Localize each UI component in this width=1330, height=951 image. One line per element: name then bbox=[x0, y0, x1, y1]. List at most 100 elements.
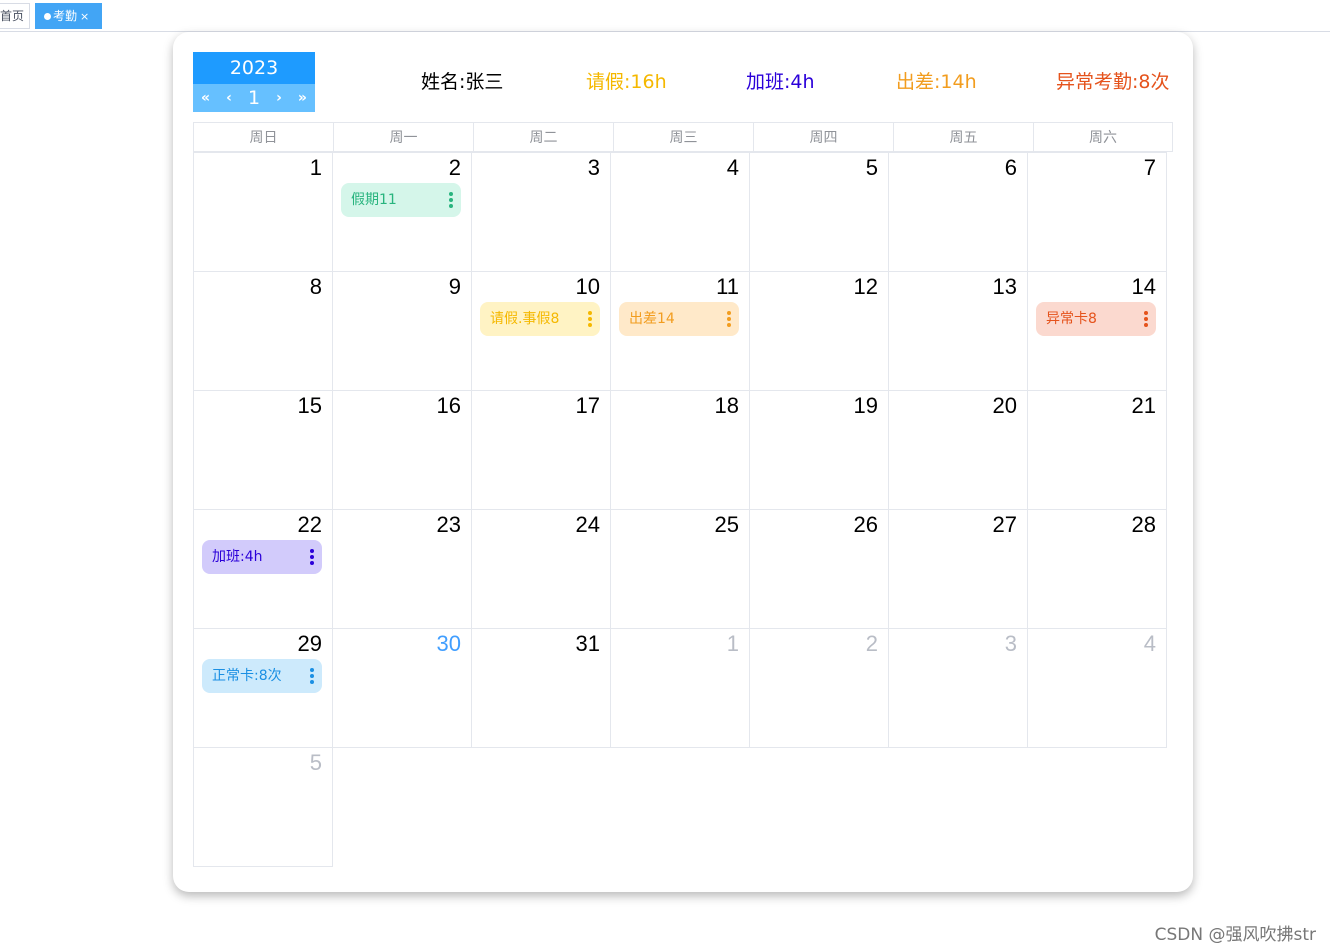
weekday-tue: 周二 bbox=[473, 122, 613, 152]
attendance-event-chip[interactable]: 加班:4h bbox=[202, 540, 322, 574]
day-number: 4 bbox=[726, 155, 739, 180]
day-number: 30 bbox=[436, 631, 461, 656]
day-number: 2 bbox=[865, 631, 878, 656]
day-number: 13 bbox=[992, 274, 1017, 299]
weekday-sun: 周日 bbox=[193, 122, 333, 152]
event-label: 请假.事假8 bbox=[490, 311, 560, 327]
event-label: 正常卡:8次 bbox=[212, 668, 282, 684]
day-cell[interactable]: 15 bbox=[193, 390, 333, 510]
more-vertical-icon[interactable] bbox=[449, 192, 453, 208]
day-cell[interactable]: 5 bbox=[193, 747, 333, 867]
day-number: 7 bbox=[1143, 155, 1156, 180]
prev-year-button[interactable]: « bbox=[201, 90, 210, 106]
day-cell[interactable]: 26 bbox=[749, 509, 889, 629]
weekday-wed: 周三 bbox=[613, 122, 753, 152]
close-icon[interactable]: × bbox=[80, 5, 89, 29]
day-cell[interactable]: 3 bbox=[471, 152, 611, 272]
day-cell[interactable]: 10 请假.事假8 bbox=[471, 271, 611, 391]
current-month: 1 bbox=[247, 87, 261, 109]
day-cell[interactable]: 2 假期11 bbox=[332, 152, 472, 272]
year-label: 2023 bbox=[193, 52, 315, 84]
attendance-event-chip[interactable]: 假期11 bbox=[341, 183, 461, 217]
day-number: 27 bbox=[992, 512, 1017, 537]
day-cell[interactable]: 28 bbox=[1027, 509, 1167, 629]
day-cell[interactable]: 2 bbox=[749, 628, 889, 748]
day-cell[interactable]: 24 bbox=[471, 509, 611, 629]
prev-month-button[interactable]: ‹ bbox=[226, 90, 232, 106]
day-cell[interactable]: 4 bbox=[1027, 628, 1167, 748]
day-cell[interactable]: 13 bbox=[888, 271, 1028, 391]
day-cell[interactable]: 22 加班:4h bbox=[193, 509, 333, 629]
day-cell[interactable]: 19 bbox=[749, 390, 889, 510]
watermark: CSDN @强风吹拂str bbox=[1154, 925, 1316, 945]
month-nav: « ‹ 1 › » bbox=[193, 84, 315, 112]
more-vertical-icon[interactable] bbox=[727, 311, 731, 327]
day-cell[interactable]: 12 bbox=[749, 271, 889, 391]
day-cell[interactable]: 16 bbox=[332, 390, 472, 510]
more-vertical-icon[interactable] bbox=[310, 668, 314, 684]
more-vertical-icon[interactable] bbox=[310, 549, 314, 565]
day-number: 16 bbox=[436, 393, 461, 418]
employee-name: 姓名:张三 bbox=[421, 71, 504, 93]
day-number: 3 bbox=[1004, 631, 1017, 656]
tab-attendance[interactable]: 考勤 × bbox=[35, 3, 102, 29]
day-cell[interactable]: 4 bbox=[610, 152, 750, 272]
day-cell[interactable]: 8 bbox=[193, 271, 333, 391]
day-number: 10 bbox=[575, 274, 600, 299]
day-cell[interactable]: 17 bbox=[471, 390, 611, 510]
day-cell[interactable]: 14 异常卡8 bbox=[1027, 271, 1167, 391]
day-cell[interactable]: 29 正常卡:8次 bbox=[193, 628, 333, 748]
day-number: 9 bbox=[448, 274, 461, 299]
day-cell[interactable]: 7 bbox=[1027, 152, 1167, 272]
day-cell[interactable]: 9 bbox=[332, 271, 472, 391]
tab-home-label: 首页 bbox=[0, 9, 25, 23]
day-cell[interactable]: 1 bbox=[193, 152, 333, 272]
weekday-header: 周日 周一 周二 周三 周四 周五 周六 bbox=[193, 122, 1173, 152]
day-cell[interactable]: 25 bbox=[610, 509, 750, 629]
day-cell[interactable]: 5 bbox=[749, 152, 889, 272]
day-number: 18 bbox=[714, 393, 739, 418]
day-number: 3 bbox=[587, 155, 600, 180]
next-month-button[interactable]: › bbox=[276, 90, 282, 106]
day-number: 17 bbox=[575, 393, 600, 418]
day-cell[interactable]: 23 bbox=[332, 509, 472, 629]
business-trip-total: 出差:14h bbox=[896, 71, 977, 93]
day-cell[interactable]: 6 bbox=[888, 152, 1028, 272]
more-vertical-icon[interactable] bbox=[588, 311, 592, 327]
day-number: 25 bbox=[714, 512, 739, 537]
more-vertical-icon[interactable] bbox=[1144, 311, 1148, 327]
day-cell[interactable]: 1 bbox=[610, 628, 750, 748]
attendance-event-chip[interactable]: 正常卡:8次 bbox=[202, 659, 322, 693]
day-number: 19 bbox=[853, 393, 878, 418]
day-cell[interactable]: 11 出差14 bbox=[610, 271, 750, 391]
day-cell[interactable]: 18 bbox=[610, 390, 750, 510]
leave-total: 请假:16h bbox=[586, 71, 667, 93]
attendance-event-chip[interactable]: 请假.事假8 bbox=[480, 302, 600, 336]
tab-attendance-label: 考勤 bbox=[53, 9, 78, 23]
attendance-event-chip[interactable]: 异常卡8 bbox=[1036, 302, 1156, 336]
day-number: 26 bbox=[853, 512, 878, 537]
weekday-thu: 周四 bbox=[753, 122, 893, 152]
day-cell[interactable]: 27 bbox=[888, 509, 1028, 629]
day-cell[interactable]: 3 bbox=[888, 628, 1028, 748]
day-cell[interactable]: 20 bbox=[888, 390, 1028, 510]
attendance-calendar-card: 2023 « ‹ 1 › » 姓名:张三 请假:16h 加班:4h 出差:14h… bbox=[173, 32, 1193, 892]
event-label: 加班:4h bbox=[212, 549, 263, 565]
weekday-fri: 周五 bbox=[893, 122, 1033, 152]
weekday-mon: 周一 bbox=[333, 122, 473, 152]
day-number: 23 bbox=[436, 512, 461, 537]
active-dot-icon bbox=[44, 13, 51, 20]
attendance-event-chip[interactable]: 出差14 bbox=[619, 302, 739, 336]
day-number: 2 bbox=[448, 155, 461, 180]
day-cell[interactable]: 31 bbox=[471, 628, 611, 748]
calendar-grid: 1 2 假期11 3 4 5 6 7 8 9 10 请假.事假8 11 出差14 12 13 14 异常卡8 15 1… bbox=[193, 152, 1173, 872]
tab-home[interactable]: 首页 bbox=[0, 3, 30, 29]
day-cell[interactable]: 21 bbox=[1027, 390, 1167, 510]
next-year-button[interactable]: » bbox=[298, 90, 307, 106]
day-number: 8 bbox=[309, 274, 322, 299]
day-number: 4 bbox=[1143, 631, 1156, 656]
day-number: 21 bbox=[1131, 393, 1156, 418]
day-number: 31 bbox=[575, 631, 600, 656]
weekday-sat: 周六 bbox=[1033, 122, 1173, 152]
day-cell[interactable]: 30 bbox=[332, 628, 472, 748]
